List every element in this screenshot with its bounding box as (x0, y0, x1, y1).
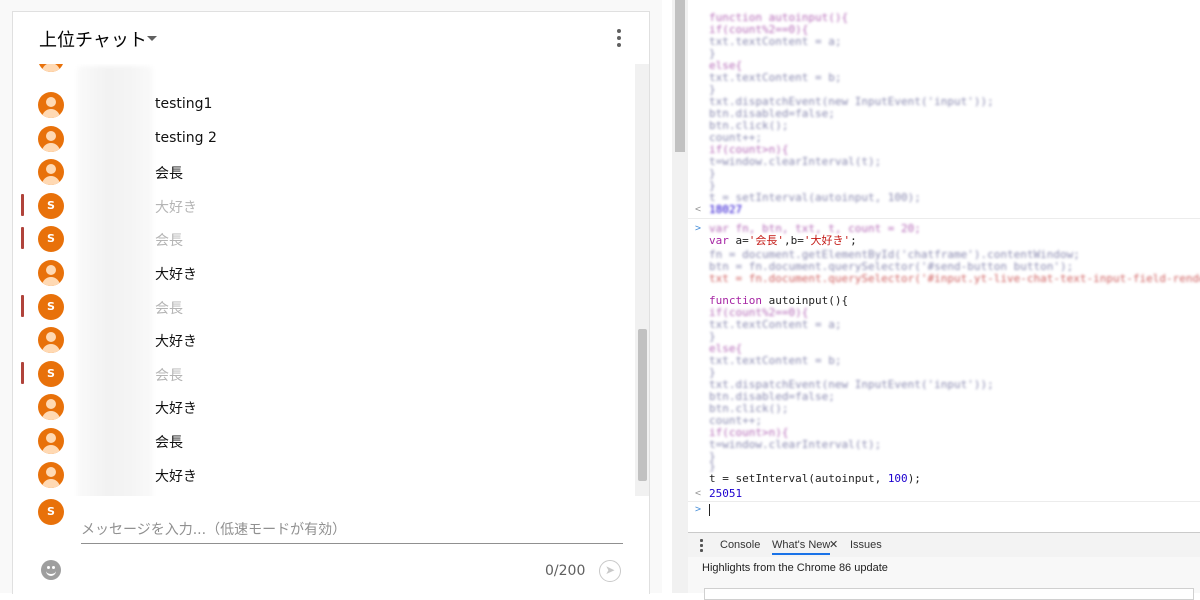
console-result: 25051 (709, 487, 743, 500)
tab-issues[interactable]: Issues (850, 539, 882, 551)
message-accent-bar (21, 294, 24, 317)
avatar-initial: S (47, 366, 55, 380)
message-text: 会長 (155, 233, 183, 250)
message-text: 大好き (155, 199, 197, 216)
user-avatar-icon[interactable] (38, 428, 64, 454)
message-accent-bar (21, 361, 24, 384)
user-avatar-icon[interactable] (38, 64, 64, 72)
blurred-code-line: txt.textContent = b; (709, 354, 842, 367)
message-text: 大好き (155, 334, 197, 351)
code-line-setinterval: t = setInterval(autoinput, 100); (709, 472, 921, 485)
avatar-initial: S (47, 232, 55, 246)
blurred-code-line: txt.textContent = a; (709, 35, 842, 48)
chat-scrollbar[interactable] (635, 64, 649, 496)
console-separator (688, 501, 1200, 502)
prompt-chevron-icon: > (695, 504, 702, 515)
message-text: 会長 (155, 367, 183, 384)
message-text: testing1 (155, 96, 213, 112)
message-text: 会長 (155, 166, 183, 183)
initial-avatar[interactable]: S (38, 293, 64, 320)
devtools-scrollbar[interactable] (672, 0, 688, 593)
result-arrow-icon: < (695, 204, 702, 215)
console-input-caret[interactable] (709, 504, 710, 516)
whats-new-panel: Highlights from the Chrome 86 update (688, 557, 1200, 600)
chat-message[interactable]: S 会長 (13, 221, 635, 255)
chat-message[interactable]: 大好き (13, 389, 635, 423)
message-text: 会長 (155, 300, 183, 317)
chat-message[interactable]: testing 2 (13, 121, 635, 155)
chat-message[interactable]: 大好き (13, 322, 635, 356)
message-text: 大好き (155, 401, 197, 418)
blurred-code-line: txt = fn.document.querySelector('#input.… (709, 272, 1200, 285)
compose-avatar: S (38, 499, 64, 525)
initial-avatar[interactable]: S (38, 192, 64, 219)
blurred-code-line: txt.textContent = b; (709, 71, 842, 84)
chat-message[interactable]: testing1 (13, 87, 635, 121)
avatar-initial: S (47, 299, 55, 313)
devtools-scrollbar-thumb[interactable] (675, 0, 685, 152)
message-input[interactable] (81, 517, 623, 544)
chat-message[interactable]: S 大好き (13, 188, 635, 222)
caret-down-icon[interactable] (147, 36, 157, 41)
user-avatar-icon[interactable] (38, 260, 64, 286)
user-avatar-icon[interactable] (38, 159, 64, 186)
avatar-initial: S (47, 198, 55, 212)
blurred-code-line: t=window.clearInterval(t); (709, 155, 882, 168)
send-icon[interactable]: ➤ (599, 560, 621, 582)
chat-message[interactable]: S 会長 (13, 356, 635, 390)
console-output[interactable]: function autoinput(){ if(count%2==0){ tx… (688, 0, 1200, 532)
message-text: testing 2 (155, 129, 217, 146)
drawer-tab-bar: Console What's New ✕ Issues (688, 532, 1200, 558)
message-text: 会長 (155, 435, 183, 451)
more-options-icon[interactable] (611, 29, 627, 49)
user-avatar-icon[interactable] (38, 327, 64, 354)
tab-console[interactable]: Console (720, 539, 760, 551)
live-chat-area: 上位チャット testing1 testing 2 会長 S 大好き S 会長 大好き S 会長大… (0, 0, 662, 594)
result-arrow-icon: < (695, 488, 702, 499)
message-text: 大好き (155, 468, 197, 485)
blurred-code-line: t=window.clearInterval(t); (709, 438, 882, 451)
initial-avatar[interactable]: S (38, 360, 64, 387)
blurred-result: 18027 (709, 203, 743, 216)
console-separator (688, 218, 1200, 219)
blurred-code-line: txt.textContent = a; (709, 318, 842, 331)
message-text: 大好き (155, 267, 197, 283)
character-counter: 0/200 (545, 563, 586, 579)
chat-panel: 上位チャット testing1 testing 2 会長 S 大好き S 会長 大好き S 会長大… (12, 11, 650, 594)
whats-new-card (704, 588, 1194, 600)
close-tab-icon[interactable]: ✕ (829, 538, 838, 551)
initial-avatar[interactable]: S (38, 226, 64, 253)
chat-message[interactable]: 会長 (13, 423, 635, 457)
user-avatar-icon[interactable] (38, 461, 64, 488)
user-avatar-icon[interactable] (38, 394, 64, 421)
emoji-icon[interactable] (41, 560, 61, 580)
prompt-chevron-icon: > (695, 223, 702, 234)
code-line-vars: var a='会長',b='大好き'; (709, 234, 857, 247)
whats-new-heading: Highlights from the Chrome 86 update (702, 562, 888, 574)
chat-header: 上位チャット (13, 12, 649, 64)
message-accent-bar (21, 193, 24, 216)
user-avatar-icon[interactable] (38, 92, 64, 118)
chat-message-list[interactable]: testing1 testing 2 会長 S 大好き S 会長 大好き S 会長 大好き S 会長 大好… (13, 64, 635, 496)
user-avatar-icon[interactable] (38, 125, 64, 152)
chat-scrollbar-thumb[interactable] (638, 329, 647, 481)
chat-message[interactable]: 大好き (13, 457, 635, 491)
tab-whats-new[interactable]: What's New (772, 539, 831, 555)
message-accent-bar (21, 227, 24, 250)
drawer-menu-icon[interactable] (700, 539, 703, 554)
chat-message[interactable]: 大好き (13, 255, 635, 289)
chat-mode-title[interactable]: 上位チャット (39, 26, 147, 52)
chat-message[interactable]: 会長 (13, 154, 635, 188)
chat-message[interactable]: S 会長 (13, 289, 635, 323)
